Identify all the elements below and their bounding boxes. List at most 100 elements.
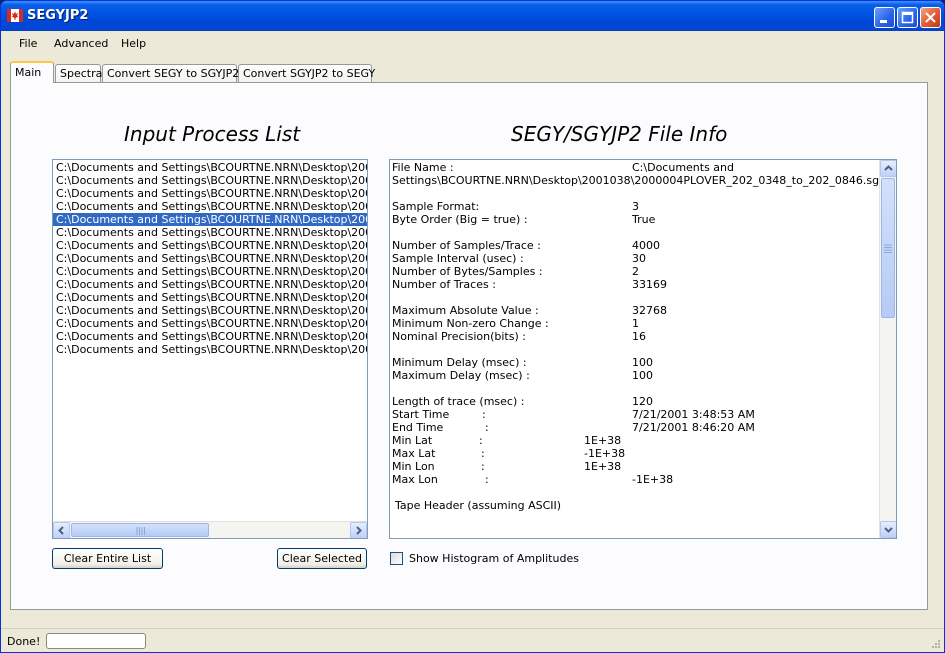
min-lat-colon: : bbox=[479, 434, 483, 447]
status-text: Done! bbox=[7, 635, 41, 648]
list-item[interactable]: C:\Documents and Settings\BCOURTNE.NRN\D… bbox=[53, 304, 367, 317]
show-histogram-checkbox[interactable] bbox=[390, 552, 403, 565]
menu-advanced[interactable]: Advanced bbox=[54, 37, 108, 50]
end-time-value: 7/21/2001 8:46:20 AM bbox=[632, 421, 755, 434]
max-lat-value: -1E+38 bbox=[584, 447, 626, 460]
max-lon-colon: : bbox=[485, 473, 489, 486]
max-lon-label: Max Lon bbox=[392, 473, 438, 486]
grip-lines-icon bbox=[136, 527, 145, 535]
show-histogram-label[interactable]: Show Histogram of Amplitudes bbox=[409, 552, 579, 565]
sample-interval-label: Sample Interval (usec) : bbox=[392, 252, 524, 265]
close-icon bbox=[925, 12, 936, 23]
trace-length-value: 120 bbox=[632, 395, 653, 408]
min-lat-value: 1E+38 bbox=[584, 434, 622, 447]
list-item[interactable]: C:\Documents and Settings\BCOURTNE.NRN\D… bbox=[53, 330, 367, 343]
menu-bar: File Advanced Help bbox=[1, 31, 944, 55]
file-name-value-continued: Settings\BCOURTNE.NRN\Desktop\2001038\20… bbox=[392, 174, 886, 187]
clear-entire-list-button[interactable]: Clear Entire List bbox=[52, 548, 163, 569]
end-time-label: End Time bbox=[392, 421, 444, 434]
input-process-list-heading: Input Process List bbox=[124, 122, 301, 146]
min-lon-colon: : bbox=[481, 460, 485, 473]
max-abs-value: 32768 bbox=[632, 304, 667, 317]
tab-main[interactable]: Main bbox=[10, 61, 54, 83]
scroll-right-button[interactable] bbox=[350, 522, 367, 538]
file-info-content: File Name : C:\Documents and Settings\BC… bbox=[390, 160, 886, 538]
status-bar: Done! bbox=[1, 628, 944, 652]
list-item[interactable]: C:\Documents and Settings\BCOURTNE.NRN\D… bbox=[53, 226, 367, 239]
nominal-precision-value: 16 bbox=[632, 330, 646, 343]
bytes-per-sample-label: Number of Bytes/Samples : bbox=[392, 265, 543, 278]
chevron-left-icon bbox=[58, 526, 64, 535]
bytes-per-sample-value: 2 bbox=[632, 265, 639, 278]
min-nonzero-value: 1 bbox=[632, 317, 639, 330]
list-item[interactable]: C:\Documents and Settings\BCOURTNE.NRN\D… bbox=[53, 265, 367, 278]
byte-order-value: True bbox=[632, 213, 656, 226]
start-time-colon: : bbox=[482, 408, 486, 421]
num-samples-label: Number of Samples/Trace : bbox=[392, 239, 541, 252]
window-title: SEGYJP2 bbox=[27, 8, 89, 23]
list-item[interactable]: C:\Documents and Settings\BCOURTNE.NRN\D… bbox=[53, 239, 367, 252]
file-info-box[interactable]: File Name : C:\Documents and Settings\BC… bbox=[389, 159, 897, 539]
title-bar[interactable]: SEGYJP2 bbox=[1, 1, 944, 31]
status-progress-bar bbox=[46, 633, 146, 649]
max-abs-value-label: Maximum Absolute Value : bbox=[392, 304, 539, 317]
max-delay-value: 100 bbox=[632, 369, 653, 382]
list-item[interactable]: C:\Documents and Settings\BCOURTNE.NRN\D… bbox=[53, 317, 367, 330]
menu-help[interactable]: Help bbox=[121, 37, 146, 50]
list-item[interactable]: C:\Documents and Settings\BCOURTNE.NRN\D… bbox=[53, 174, 367, 187]
close-button[interactable] bbox=[920, 7, 941, 28]
clear-selected-button[interactable]: Clear Selected bbox=[277, 548, 367, 569]
min-delay-label: Minimum Delay (msec) : bbox=[392, 356, 527, 369]
main-tab-panel: Input Process List SEGY/SGYJP2 File Info… bbox=[10, 82, 928, 610]
tab-spectra[interactable]: Spectra bbox=[55, 64, 102, 82]
min-lon-value: 1E+38 bbox=[584, 460, 622, 473]
scroll-down-button[interactable] bbox=[880, 521, 896, 538]
menu-file[interactable]: File bbox=[19, 37, 37, 50]
maximize-button[interactable] bbox=[897, 7, 918, 28]
list-scroll-thumb[interactable] bbox=[71, 523, 209, 537]
sample-interval-value: 30 bbox=[632, 252, 646, 265]
list-item[interactable]: C:\Documents and Settings\BCOURTNE.NRN\D… bbox=[53, 278, 367, 291]
maximize-icon bbox=[901, 11, 914, 24]
grip-lines-icon bbox=[884, 244, 892, 253]
list-item[interactable]: C:\Documents and Settings\BCOURTNE.NRN\D… bbox=[53, 187, 367, 200]
max-lon-value: -1E+38 bbox=[632, 473, 674, 486]
min-delay-value: 100 bbox=[632, 356, 653, 369]
file-info-vertical-scrollbar[interactable] bbox=[879, 160, 896, 538]
num-traces-label: Number of Traces : bbox=[392, 278, 496, 291]
num-samples-value: 4000 bbox=[632, 239, 660, 252]
list-item[interactable]: C:\Documents and Settings\BCOURTNE.NRN\D… bbox=[53, 291, 367, 304]
tab-convert-sgyjp2-to-segy[interactable]: Convert SGYJP2 to SEGY bbox=[238, 64, 375, 82]
max-lat-colon: : bbox=[481, 447, 485, 460]
minimize-button[interactable] bbox=[874, 7, 895, 28]
file-info-scroll-thumb[interactable] bbox=[881, 178, 895, 318]
input-process-list[interactable]: C:\Documents and Settings\BCOURTNE.NRN\D… bbox=[52, 159, 368, 539]
file-name-value: C:\Documents and bbox=[632, 161, 735, 174]
tape-header-label: Tape Header (assuming ASCII) bbox=[395, 499, 562, 512]
byte-order-label: Byte Order (Big = true) : bbox=[392, 213, 528, 226]
list-item[interactable]: C:\Documents and Settings\BCOURTNE.NRN\D… bbox=[53, 161, 367, 174]
resize-grip-icon[interactable] bbox=[929, 639, 941, 651]
sample-format-value: 3 bbox=[632, 200, 639, 213]
tab-strip: Main Spectra Convert SEGY to SGYJP2 Conv… bbox=[10, 61, 940, 83]
file-info-heading: SEGY/SGYJP2 File Info bbox=[511, 122, 728, 146]
max-delay-label: Maximum Delay (msec) : bbox=[392, 369, 530, 382]
end-time-colon: : bbox=[485, 421, 489, 434]
start-time-value: 7/21/2001 3:48:53 AM bbox=[632, 408, 755, 421]
start-time-label: Start Time bbox=[392, 408, 450, 421]
list-item[interactable]: C:\Documents and Settings\BCOURTNE.NRN\D… bbox=[53, 343, 367, 356]
list-item[interactable]: C:\Documents and Settings\BCOURTNE.NRN\D… bbox=[53, 200, 367, 213]
app-window: SEGYJP2 File Advanced Help Main Spectra … bbox=[0, 0, 945, 653]
scroll-left-button[interactable] bbox=[53, 522, 70, 538]
list-item-selected[interactable]: C:\Documents and Settings\BCOURTNE.NRN\D… bbox=[53, 213, 367, 226]
min-lon-label: Min Lon bbox=[392, 460, 435, 473]
tab-convert-segy-to-sgyjp2[interactable]: Convert SEGY to SGYJP2 bbox=[102, 64, 239, 82]
file-name-label: File Name : bbox=[392, 161, 454, 174]
min-nonzero-label: Minimum Non-zero Change : bbox=[392, 317, 549, 330]
list-item[interactable]: C:\Documents and Settings\BCOURTNE.NRN\D… bbox=[53, 252, 367, 265]
minimize-icon bbox=[880, 20, 887, 23]
list-horizontal-scrollbar[interactable] bbox=[53, 521, 367, 538]
chevron-up-icon bbox=[884, 165, 893, 171]
scroll-up-button[interactable] bbox=[880, 160, 896, 177]
canada-flag-icon bbox=[7, 9, 23, 22]
